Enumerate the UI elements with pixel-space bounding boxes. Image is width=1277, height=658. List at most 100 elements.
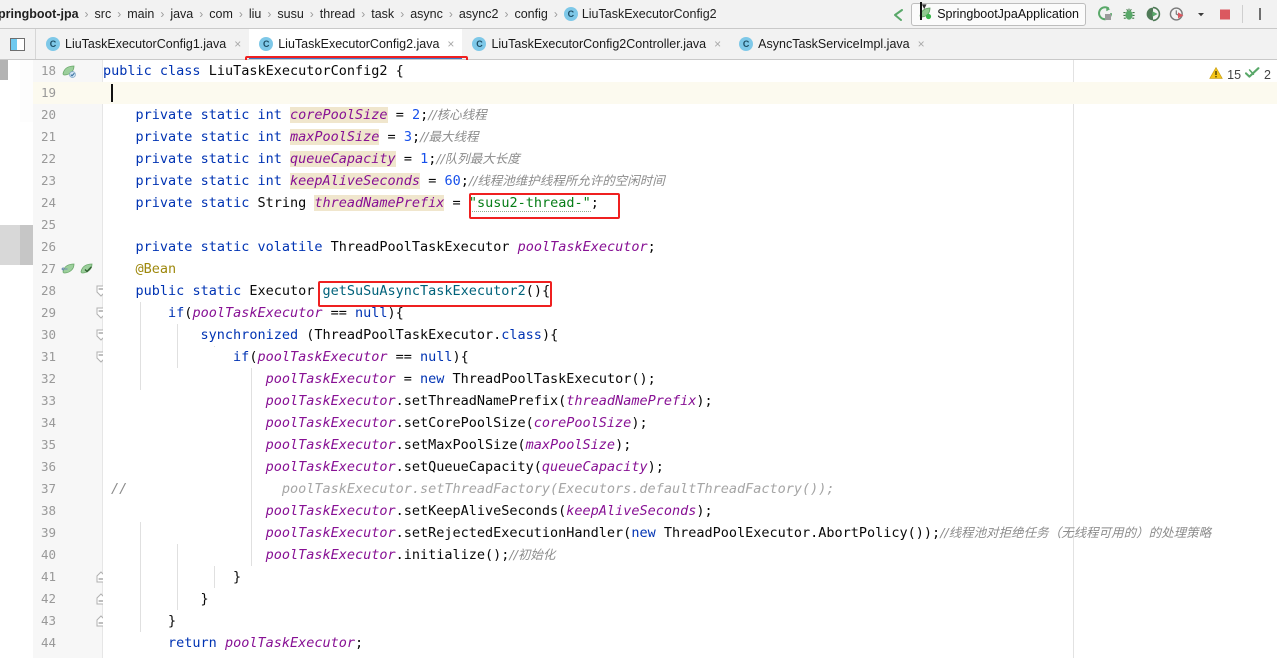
class-icon: C: [46, 37, 60, 51]
spring-bean-gutter-icon[interactable]: [61, 258, 95, 280]
code-line[interactable]: poolTaskExecutor = new ThreadPoolTaskExe…: [103, 368, 656, 390]
line-number: 18: [40, 63, 56, 78]
code-line[interactable]: public static Executor getSuSuAsyncTaskE…: [103, 280, 551, 302]
line-number: 19: [40, 85, 56, 100]
editor-gutter[interactable]: 18 19 20 21 22 23 24 25 26 27 28 29 30 31 32 33 34 35 36 37…: [33, 60, 106, 658]
breadcrumb-item-label: com: [209, 7, 233, 21]
left-strip-cap: [0, 60, 8, 80]
code-line[interactable]: poolTaskExecutor.setRejectedExecutionHan…: [103, 522, 1212, 544]
code-line[interactable]: private static int corePoolSize = 2;//核心…: [103, 104, 487, 126]
code-line[interactable]: poolTaskExecutor.setThreadFactory(Execut…: [103, 478, 835, 500]
editor-tab-liutaskexecutorconfig2controller[interactable]: C LiuTaskExecutorConfig2Controller.java ×: [462, 29, 729, 59]
line-number: 25: [40, 217, 56, 232]
line-number: 30: [40, 327, 56, 342]
editor-tabs[interactable]: C LiuTaskExecutorConfig1.java × C LiuTaskExe…: [36, 29, 933, 59]
run-configuration-selector[interactable]: SpringbootJpaApplication ▼: [911, 2, 1086, 26]
profiler-dropdown-icon[interactable]: [1190, 3, 1212, 25]
breadcrumb-item-task[interactable]: task: [366, 0, 399, 29]
editor-tab-liutaskexecutorconfig2[interactable]: C LiuTaskExecutorConfig2.java ×: [249, 29, 463, 59]
toolbar-actions: SpringbootJpaApplication ▼: [887, 0, 1277, 29]
more-actions-icon[interactable]: [1249, 3, 1271, 25]
line-number: 28: [40, 283, 56, 298]
code-line[interactable]: synchronized (ThreadPoolTaskExecutor.cla…: [103, 324, 559, 346]
navigation-toolbar: pringboot-jpa › src › main › java › com › liu › susu…: [0, 0, 1277, 29]
line-number: 38: [40, 503, 56, 518]
editor-tab-bar: C LiuTaskExecutorConfig1.java × C LiuTaskExe…: [0, 29, 1277, 91]
code-line[interactable]: poolTaskExecutor.setThreadNamePrefix(thr…: [103, 390, 713, 412]
breadcrumb-item-label: src: [94, 7, 112, 21]
tool-window-icon[interactable]: [0, 29, 36, 59]
breadcrumb[interactable]: pringboot-jpa › src › main › java › com › liu › susu…: [0, 0, 722, 29]
debug-button[interactable]: [1118, 3, 1140, 25]
code-line[interactable]: }: [103, 588, 209, 610]
code-line[interactable]: poolTaskExecutor.setKeepAliveSeconds(kee…: [103, 500, 713, 522]
close-icon[interactable]: ×: [714, 37, 721, 51]
line-number: 39: [40, 525, 56, 540]
code-content-area[interactable]: public class LiuTaskExecutorConfig2 { pr…: [103, 60, 1277, 658]
breadcrumb-item-config[interactable]: config: [509, 0, 552, 29]
code-line[interactable]: public class LiuTaskExecutorConfig2 {: [103, 60, 404, 82]
code-line[interactable]: poolTaskExecutor.setQueueCapacity(queueC…: [103, 456, 664, 478]
stop-button[interactable]: [1214, 3, 1236, 25]
class-icon: C: [563, 7, 578, 21]
breadcrumb-item-pringboot-jpa[interactable]: pringboot-jpa: [0, 0, 84, 29]
close-icon[interactable]: ×: [918, 37, 925, 51]
code-line[interactable]: private static int keepAliveSeconds = 60…: [103, 170, 665, 192]
indent-guide: [140, 302, 141, 390]
code-line[interactable]: private static int queueCapacity = 1;//队…: [103, 148, 520, 170]
class-icon: C: [739, 37, 754, 51]
breadcrumb-item-liu[interactable]: liu: [244, 0, 267, 29]
line-number: 22: [40, 151, 56, 166]
breadcrumb-item-label: LiuTaskExecutorConfig2: [581, 7, 717, 21]
code-line[interactable]: }: [103, 566, 241, 588]
breadcrumb-item-async[interactable]: async: [405, 0, 448, 29]
line-number: 32: [40, 371, 56, 386]
breadcrumb-item-src[interactable]: src: [90, 0, 117, 29]
profiler-button[interactable]: [1166, 3, 1188, 25]
editor-tab-label: LiuTaskExecutorConfig2Controller.java: [491, 37, 707, 51]
code-line[interactable]: private static volatile ThreadPoolTaskEx…: [103, 236, 656, 258]
indent-guide: [177, 324, 178, 368]
line-number: 40: [40, 547, 56, 562]
toolbar-divider: [1242, 5, 1243, 23]
code-line[interactable]: poolTaskExecutor.initialize();//初始化: [103, 544, 556, 566]
editor-tab-liutaskexecutorconfig1[interactable]: C LiuTaskExecutorConfig1.java ×: [36, 29, 249, 59]
code-line[interactable]: if(poolTaskExecutor == null){: [103, 302, 404, 324]
code-line[interactable]: private static String threadNamePrefix =…: [103, 192, 599, 214]
code-line[interactable]: return poolTaskExecutor;: [103, 632, 363, 654]
run-with-coverage-button[interactable]: [1142, 3, 1164, 25]
ide-window: pringboot-jpa › src › main › java › com › liu › susu…: [0, 0, 1277, 658]
line-number: 41: [40, 569, 56, 584]
breadcrumb-item-thread[interactable]: thread: [315, 0, 360, 29]
breadcrumb-item-async2[interactable]: async2: [454, 0, 504, 29]
breadcrumb-item-label: main: [127, 7, 155, 21]
breadcrumb-item-liutaskexecutorconfig2[interactable]: C LiuTaskExecutorConfig2: [559, 0, 722, 29]
warning-count: 15: [1227, 67, 1242, 82]
editor-tab-asynctaskserviceimpl[interactable]: C AsyncTaskServiceImpl.java ×: [729, 29, 932, 59]
spring-bean-gutter-icon[interactable]: [61, 60, 77, 82]
back-arrow-icon[interactable]: [887, 3, 909, 25]
indent-guide: [214, 566, 215, 588]
editor-tab-label: LiuTaskExecutorConfig1.java: [65, 37, 227, 51]
caret-line-highlight: [103, 82, 1277, 104]
run-button[interactable]: [1094, 3, 1116, 25]
close-icon[interactable]: ×: [234, 37, 241, 51]
breadcrumb-item-susu[interactable]: susu: [272, 0, 308, 29]
breadcrumb-item-main[interactable]: main: [122, 0, 159, 29]
code-line[interactable]: private static int maxPoolSize = 3;//最大线…: [103, 126, 479, 148]
close-icon[interactable]: ×: [447, 37, 454, 51]
code-line[interactable]: @Bean: [103, 258, 177, 280]
line-number: 34: [40, 415, 56, 430]
indent-guide: [214, 346, 215, 347]
code-line[interactable]: poolTaskExecutor.setMaxPoolSize(maxPoolS…: [103, 434, 632, 456]
inspection-status[interactable]: 15 2: [1209, 66, 1271, 83]
run-configuration-label: SpringbootJpaApplication: [937, 7, 1079, 21]
code-line[interactable]: poolTaskExecutor.setCorePoolSize(corePoo…: [103, 412, 648, 434]
line-number: 35: [40, 437, 56, 452]
chevron-down-icon[interactable]: ▼: [920, 2, 928, 20]
line-number: 37: [40, 481, 56, 496]
breadcrumb-item-java[interactable]: java: [165, 0, 198, 29]
code-line[interactable]: if(poolTaskExecutor == null){: [103, 346, 469, 368]
line-number: 33: [40, 393, 56, 408]
breadcrumb-item-com[interactable]: com: [204, 0, 238, 29]
